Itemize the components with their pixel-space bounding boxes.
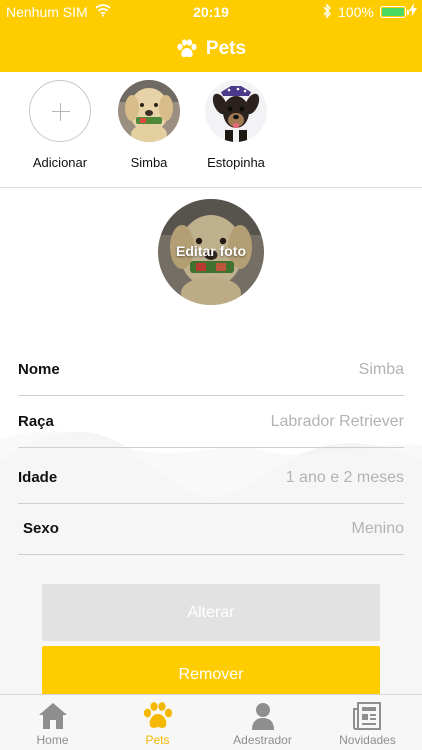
edit-photo-button[interactable]: Editar foto [158,199,264,305]
pet-avatar[interactable] [118,80,180,142]
edit-photo-label: Editar foto [176,243,246,259]
tab-bar: Home Pets Adestrador Novidades [0,694,422,750]
charging-icon [409,3,417,20]
status-bar: Nenhum SIM 20:19 100% [0,0,422,24]
field-idade[interactable]: Idade 1 ano e 2 meses [18,454,404,504]
newspaper-icon [352,701,384,731]
add-pet-label: Adicionar [32,155,88,170]
pet-item-estopinha[interactable]: Estopinha [191,80,281,170]
update-button[interactable]: Alterar [42,584,380,641]
tab-label: Pets [145,733,170,747]
pet-item-simba[interactable]: Simba [104,80,194,170]
field-label: Nome [18,361,60,378]
field-value[interactable]: Simba [359,361,404,379]
tab-label: Novidades [339,733,396,747]
field-raca[interactable]: Raça Labrador Retriever [18,398,404,448]
battery-icon [380,6,409,18]
battery-percentage: 100% [338,4,374,20]
tab-home[interactable]: Home [0,695,105,750]
pet-name: Estopinha [207,155,265,170]
home-icon [37,701,69,731]
field-label: Idade [18,469,58,486]
paw-icon [142,701,174,731]
top-bar: Nenhum SIM 20:19 100% Pets [0,0,422,72]
paw-icon [176,39,198,59]
field-value[interactable]: Menino [352,520,404,538]
field-nome[interactable]: Nome Simba [18,346,404,396]
tab-pets[interactable]: Pets [105,695,210,750]
pet-avatar[interactable] [205,80,267,142]
tab-novidades[interactable]: Novidades [315,695,420,750]
bluetooth-icon [322,3,332,22]
tab-adestrador[interactable]: Adestrador [210,695,315,750]
pets-strip: Adicionar Simba Estopinha [0,72,422,188]
field-value[interactable]: 1 ano e 2 meses [286,469,404,487]
field-value[interactable]: Labrador Retriever [271,413,404,431]
pet-name: Simba [130,155,168,170]
nav-title: Pets [0,34,422,64]
field-label: Sexo [23,520,59,537]
tab-label: Adestrador [233,733,292,747]
add-pet-button[interactable]: Adicionar [15,80,105,170]
field-label: Raça [18,413,54,430]
plus-icon[interactable] [29,80,91,142]
person-icon [247,701,279,731]
field-sexo[interactable]: Sexo Menino [18,505,404,555]
page-title: Pets [205,38,247,59]
tab-label: Home [36,733,69,747]
